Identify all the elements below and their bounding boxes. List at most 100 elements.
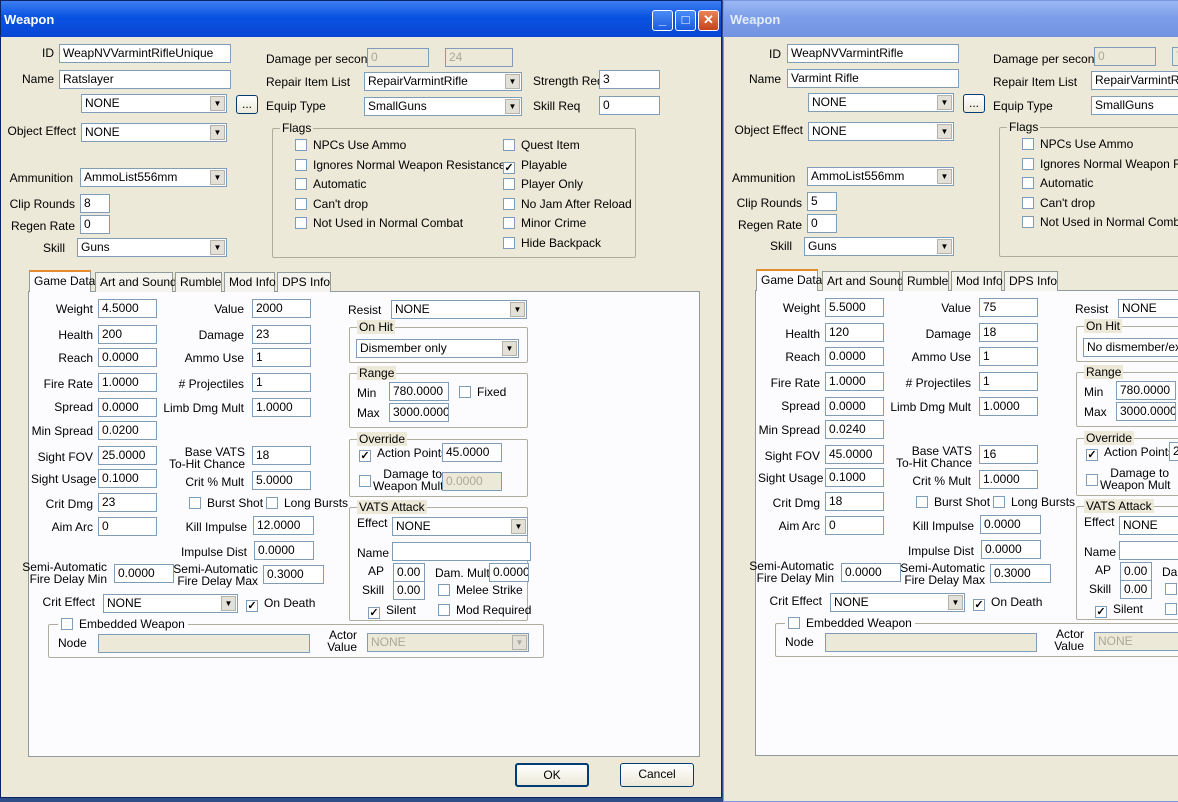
burst-shot-checkbox[interactable]: Burst Shot	[916, 495, 990, 509]
minimize-icon[interactable]: _	[652, 10, 673, 31]
name-field[interactable]: Varmint Rifle	[787, 69, 959, 88]
vats-skill-field[interactable]: 0.00	[1120, 580, 1152, 599]
spread-field[interactable]: 0.0000	[98, 398, 157, 417]
strength-req-field[interactable]: 3	[599, 70, 660, 89]
flag-cant-drop[interactable]: Can't drop	[295, 197, 368, 211]
object-effect-select[interactable]: NONE ▼	[808, 122, 954, 141]
on-hit-select[interactable]: No dismember/explode▼	[1083, 338, 1178, 357]
model-select[interactable]: NONE ▼	[81, 94, 227, 113]
crit-mult-field[interactable]: 1.0000	[979, 470, 1038, 489]
sight-usage-field[interactable]: 0.1000	[825, 468, 884, 487]
range-max-field[interactable]: 3000.0000	[389, 403, 449, 422]
ammunition-select[interactable]: AmmoList556mm ▼	[807, 167, 954, 186]
flag-npcs-use-ammo[interactable]: NPCs Use Ammo	[295, 138, 406, 152]
crit-effect-select[interactable]: NONE ▼	[830, 593, 965, 612]
id-field[interactable]: WeapNVVarmintRifle	[787, 44, 959, 63]
regen-rate-field[interactable]: 0	[80, 215, 110, 234]
tab-game-data[interactable]: Game Data	[756, 269, 822, 291]
range-max-field[interactable]: 3000.0000	[1116, 402, 1176, 421]
range-min-field[interactable]: 780.0000	[389, 382, 449, 401]
tab-dps-info[interactable]: DPS Info	[277, 272, 331, 292]
damage-field[interactable]: 23	[252, 325, 311, 344]
health-field[interactable]: 200	[98, 325, 157, 344]
limb-dmg-field[interactable]: 1.0000	[252, 398, 311, 417]
flag-automatic[interactable]: Automatic	[1022, 176, 1093, 190]
flag-not-used-normal-combat[interactable]: Not Used in Normal Combat	[1022, 215, 1178, 229]
tab-game-data[interactable]: Game Data	[29, 270, 95, 292]
title-bar[interactable]: Weapon	[724, 1, 1178, 37]
kill-impulse-field[interactable]: 0.0000	[980, 515, 1041, 534]
skill-select[interactable]: Guns ▼	[804, 237, 954, 256]
ammunition-select[interactable]: AmmoList556mm ▼	[80, 168, 227, 187]
tab-dps-info[interactable]: DPS Info	[1004, 271, 1058, 291]
flag-not-used-normal-combat[interactable]: Not Used in Normal Combat	[295, 216, 463, 230]
flag-quest-item[interactable]: Quest Item	[503, 138, 580, 152]
range-fixed-checkbox[interactable]: Fixed	[459, 385, 506, 399]
tab-mod-info[interactable]: Mod Info	[224, 272, 276, 292]
weight-field[interactable]: 4.5000	[98, 299, 157, 318]
value-field[interactable]: 2000	[252, 299, 311, 318]
clip-rounds-field[interactable]: 5	[807, 192, 837, 211]
flag-hide-backpack[interactable]: Hide Backpack	[503, 236, 601, 250]
crit-effect-select[interactable]: NONE ▼	[103, 594, 238, 613]
name-field[interactable]: Ratslayer	[59, 70, 231, 89]
cancel-button[interactable]: Cancel	[620, 763, 694, 787]
value-field[interactable]: 75	[979, 298, 1038, 317]
aim-arc-field[interactable]: 0	[98, 517, 157, 536]
vats-name-field[interactable]	[392, 542, 531, 561]
title-bar[interactable]: Weapon _ □ ✕	[1, 1, 721, 37]
semi-max-field[interactable]: 0.3000	[263, 565, 324, 584]
id-field[interactable]: WeapNVVarmintRifleUnique	[59, 44, 231, 63]
resist-select[interactable]: NONE▼	[1118, 299, 1178, 318]
base-vats-field[interactable]: 16	[979, 445, 1038, 464]
tab-art-and-sound[interactable]: Art and Sound	[95, 272, 177, 292]
action-points-override-field[interactable]: 20.0000	[1169, 442, 1178, 461]
damage-weapon-checkbox[interactable]	[359, 475, 371, 487]
mod-required-checkbox[interactable]	[1165, 603, 1177, 615]
burst-shot-checkbox[interactable]: Burst Shot	[189, 496, 263, 510]
browse-button[interactable]: ...	[963, 94, 985, 113]
on-hit-select[interactable]: Dismember only ▼	[356, 339, 519, 358]
aim-arc-field[interactable]: 0	[825, 516, 884, 535]
mod-required-checkbox[interactable]: Mod Required	[438, 603, 531, 617]
equip-type-select[interactable]: SmallGuns▼	[364, 97, 522, 116]
semi-min-field[interactable]: 0.0000	[841, 563, 901, 582]
sight-fov-field[interactable]: 25.0000	[98, 446, 157, 465]
long-bursts-checkbox[interactable]: Long Bursts	[993, 495, 1075, 509]
object-effect-select[interactable]: NONE ▼	[81, 123, 227, 142]
repair-select[interactable]: RepairVarmintRifle▼	[1091, 71, 1178, 90]
melee-strike-checkbox[interactable]	[1165, 583, 1177, 595]
spread-field[interactable]: 0.0000	[825, 397, 884, 416]
embedded-weapon-checkbox[interactable]: Embedded Weapon	[58, 617, 188, 631]
sight-fov-field[interactable]: 45.0000	[825, 445, 884, 464]
vats-name-field[interactable]	[1119, 541, 1178, 560]
fire-rate-field[interactable]: 1.0000	[825, 372, 884, 391]
impulse-dist-field[interactable]: 0.0000	[254, 541, 314, 560]
reach-field[interactable]: 0.0000	[98, 348, 157, 367]
vats-effect-select[interactable]: NONE▼	[392, 517, 528, 536]
min-spread-field[interactable]: 0.0240	[825, 420, 884, 439]
projectiles-field[interactable]: 1	[979, 372, 1038, 391]
ok-button[interactable]: OK	[515, 763, 589, 787]
weight-field[interactable]: 5.5000	[825, 298, 884, 317]
on-death-checkbox[interactable]: ✓ On Death	[973, 595, 1042, 611]
flag-playable[interactable]: ✓ Playable	[503, 158, 567, 174]
base-vats-field[interactable]: 18	[252, 446, 311, 465]
equip-type-select[interactable]: SmallGuns▼	[1091, 96, 1178, 115]
reach-field[interactable]: 0.0000	[825, 347, 884, 366]
fire-rate-field[interactable]: 1.0000	[98, 373, 157, 392]
silent-checkbox[interactable]: ✓ Silent	[1095, 602, 1143, 618]
min-spread-field[interactable]: 0.0200	[98, 421, 157, 440]
projectiles-field[interactable]: 1	[252, 373, 311, 392]
tab-rumble[interactable]: Rumble	[175, 272, 222, 292]
semi-min-field[interactable]: 0.0000	[114, 564, 174, 583]
range-min-field[interactable]: 780.0000	[1116, 381, 1176, 400]
limb-dmg-field[interactable]: 1.0000	[979, 397, 1038, 416]
semi-max-field[interactable]: 0.3000	[990, 564, 1051, 583]
resist-select[interactable]: NONE▼	[391, 300, 527, 319]
health-field[interactable]: 120	[825, 323, 884, 342]
flag-minor-crime[interactable]: Minor Crime	[503, 216, 586, 230]
ammo-use-field[interactable]: 1	[979, 347, 1038, 366]
vats-effect-select[interactable]: NONE▼	[1119, 516, 1178, 535]
tab-mod-info[interactable]: Mod Info	[951, 271, 1003, 291]
